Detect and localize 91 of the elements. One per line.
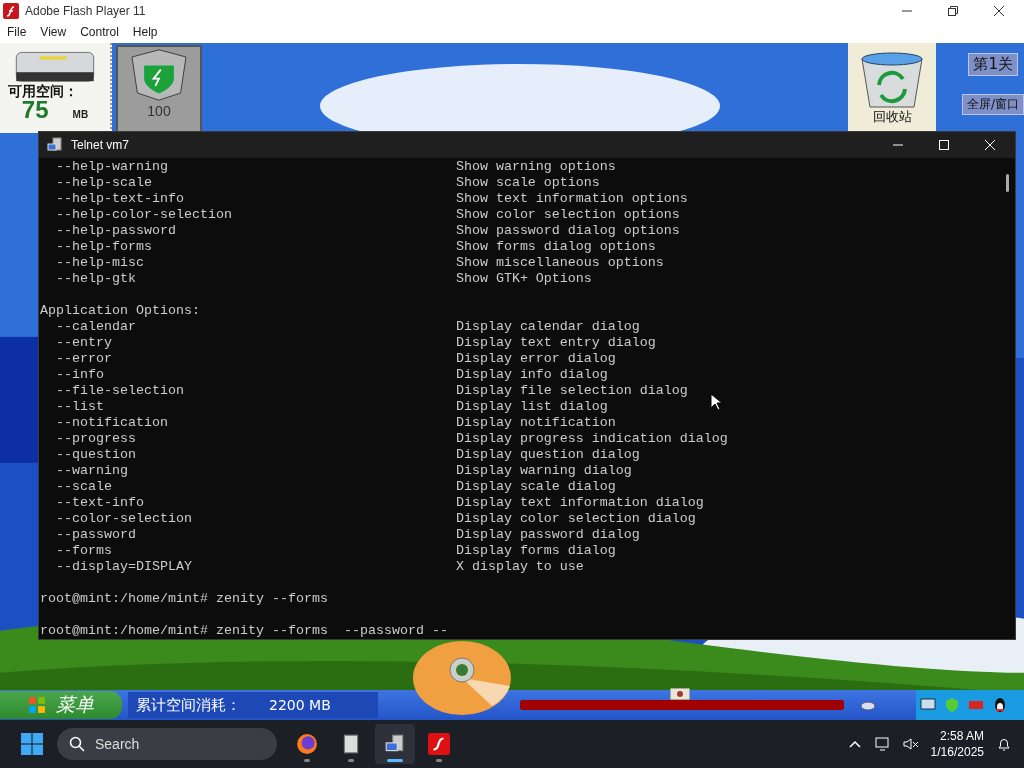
option-name: --help-scale — [56, 175, 152, 191]
section-heading: Application Options: — [40, 303, 200, 319]
option-name: --warning — [56, 463, 128, 479]
option-name: --forms — [56, 543, 112, 559]
unit-label: MB — [72, 108, 89, 122]
shield-value: 100 — [147, 103, 171, 119]
option-name: --file-selection — [56, 383, 184, 399]
menu-item[interactable]: Help — [132, 25, 158, 39]
option-name: --list — [56, 399, 104, 415]
option-name: --password — [56, 527, 136, 543]
option-description: Display color selection dialog — [455, 511, 696, 527]
muted-speaker-icon[interactable] — [902, 736, 919, 752]
usage-label: 累计空间消耗： — [136, 695, 241, 715]
option-description: Show scale options — [455, 175, 600, 191]
recycle-label: 回收站 — [872, 109, 912, 125]
terminal-title: Telnet vm7 — [71, 138, 130, 152]
option-description: Display text entry dialog — [455, 335, 656, 351]
level-button[interactable]: 第1关 — [968, 53, 1018, 76]
option-description: Show color selection options — [455, 207, 680, 223]
option-description: X display to use — [455, 559, 584, 575]
clock-time[interactable]: 2:58 AM — [939, 728, 984, 744]
option-description: Display progress indication dialog — [455, 431, 728, 447]
option-description: Display scale dialog — [455, 479, 616, 495]
window-title: Adobe Flash Player 11 — [25, 3, 146, 18]
option-name: --calendar — [56, 319, 136, 335]
windows-flag-icon — [28, 696, 46, 714]
command-line: root@mint:/home/mint# zenity --forms --password -- — [40, 623, 448, 639]
option-name: --help-warning — [56, 159, 168, 175]
option-description: Display file selection dialog — [455, 383, 688, 399]
option-description: Show text information options — [455, 191, 688, 207]
scrollbar-thumb[interactable] — [1006, 174, 1009, 192]
option-description: Display error dialog — [455, 351, 616, 367]
option-name: --scale — [56, 479, 112, 495]
option-name: --error — [56, 351, 112, 367]
option-name: --info — [56, 367, 104, 383]
option-description: Display list dialog — [455, 399, 608, 415]
option-description: Display info dialog — [455, 367, 608, 383]
mouse-pointer-icon — [710, 393, 722, 411]
flag-marker-icon — [670, 688, 690, 700]
penguin-icon — [992, 697, 1008, 713]
bell-icon[interactable] — [996, 736, 1012, 752]
option-name: --help-misc — [56, 255, 144, 271]
shield-tray-icon — [944, 697, 960, 713]
start-icon[interactable] — [21, 733, 43, 755]
option-name: --help-color-selection — [56, 207, 232, 223]
option-description: Display calendar dialog — [455, 319, 640, 335]
option-description: Display password dialog — [455, 527, 640, 543]
option-name: --help-password — [56, 223, 176, 239]
option-name: --help-gtk — [56, 271, 136, 287]
search-icon — [69, 736, 85, 752]
network-icon[interactable] — [874, 736, 891, 752]
option-name: --text-info — [56, 495, 144, 511]
globe-icon — [296, 733, 318, 755]
computer-icon — [47, 137, 63, 153]
menu-item[interactable]: Control — [80, 25, 119, 39]
option-description: Show warning options — [455, 159, 616, 175]
option-name: --notification — [56, 415, 168, 431]
menu-item[interactable]: View — [40, 25, 67, 39]
option-description: Display forms dialog — [455, 543, 616, 559]
option-name: --color-selection — [56, 511, 192, 527]
option-description: Show forms dialog options — [455, 239, 656, 255]
option-description: Display notification — [455, 415, 616, 431]
option-description: Show GTK+ Options — [455, 271, 592, 287]
fullscreen-button[interactable]: 全屏/窗口 — [961, 94, 1024, 115]
restore-icon[interactable] — [948, 5, 958, 16]
option-name: --help-text-info — [56, 191, 184, 207]
option-description: Display text information dialog — [455, 495, 704, 511]
option-description: Show password dialog options — [455, 223, 680, 239]
option-description: Show miscellaneous options — [455, 255, 664, 271]
usage-value: 2200 MB — [269, 697, 331, 713]
taskbar-app[interactable] — [375, 724, 415, 764]
flash-icon — [428, 733, 450, 755]
free-space-label: 可用空间： — [7, 83, 78, 101]
option-description: Display warning dialog — [455, 463, 632, 479]
close-icon[interactable] — [994, 5, 1004, 16]
option-name: --help-forms — [56, 239, 152, 255]
option-name: --question — [56, 447, 136, 463]
menu-button[interactable]: 菜单 — [0, 691, 122, 719]
recycle-panel[interactable]: 回收站 — [848, 43, 936, 133]
search-field[interactable]: Search — [57, 728, 277, 760]
clock-date[interactable]: 1/16/2025 — [930, 744, 984, 760]
menu-item[interactable]: File — [7, 25, 27, 39]
option-description: Display question dialog — [455, 447, 640, 463]
option-name: --display=DISPLAY — [56, 559, 192, 575]
option-name: --entry — [56, 335, 112, 351]
monitor-icon — [920, 697, 936, 713]
free-space-value: 75 — [21, 101, 49, 119]
option-name: --progress — [56, 431, 136, 447]
command-line: root@mint:/home/mint# zenity --forms — [40, 591, 328, 607]
shield-panel[interactable]: 100 — [116, 45, 202, 133]
maximize-icon[interactable] — [939, 140, 949, 150]
